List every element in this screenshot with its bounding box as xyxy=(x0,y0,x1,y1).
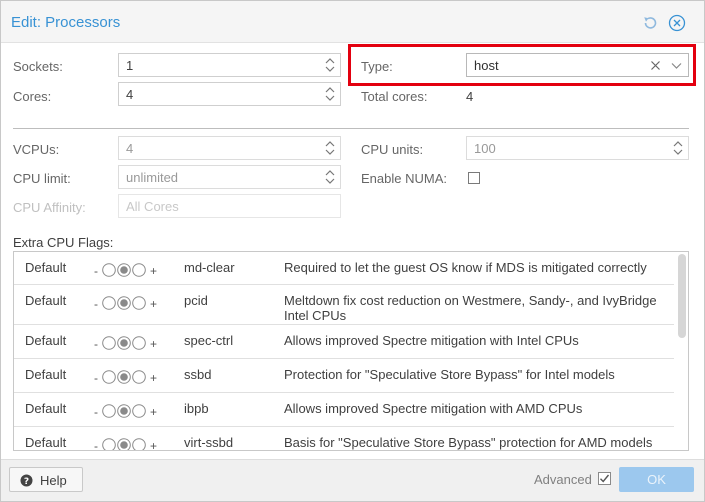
toggle-plus-icon: + xyxy=(150,337,157,351)
chevron-down-icon[interactable] xyxy=(671,62,682,70)
cpu-affinity-field[interactable]: All Cores xyxy=(118,194,341,218)
advanced-label: Advanced xyxy=(534,472,592,487)
flag-name: ibpb xyxy=(184,401,209,416)
flag-row-ssbd: Default - + ssbd Protection for "Speculative… xyxy=(14,359,674,393)
toggle-minus-icon: - xyxy=(94,264,98,278)
reset-icon[interactable] xyxy=(641,14,659,32)
tristate-toggle[interactable]: - + xyxy=(94,334,164,352)
flag-state: Default xyxy=(25,435,67,450)
type-label: Type: xyxy=(361,59,393,74)
cores-value: 4 xyxy=(126,87,134,102)
flag-row-pcid: Default - + pcid Meltdown fix cost reduction… xyxy=(14,285,674,325)
flag-description: Allows improved Spectre mitigation with … xyxy=(284,401,583,416)
flag-description: Protection for "Speculative Store Bypass… xyxy=(284,367,615,382)
total-cores-value: 4 xyxy=(466,89,474,104)
flag-state: Default xyxy=(25,333,67,348)
toggle-minus-icon: - xyxy=(94,405,98,419)
svg-text:?: ? xyxy=(24,477,29,487)
cpu-units-field[interactable]: 100 xyxy=(466,136,689,160)
tristate-toggle[interactable]: - + xyxy=(94,402,164,420)
ok-button[interactable]: OK xyxy=(619,467,694,492)
tristate-toggle[interactable]: - + xyxy=(94,436,164,451)
question-circle-icon: ? xyxy=(20,474,33,487)
clear-icon[interactable] xyxy=(650,60,661,71)
help-button-label: Help xyxy=(40,473,67,488)
toggle-plus-icon: + xyxy=(150,297,157,311)
toggle-plus-icon: + xyxy=(150,405,157,419)
dialog-title: Edit: Processors xyxy=(11,14,121,31)
flag-description: Meltdown fix cost reduction on Westmere,… xyxy=(284,293,657,323)
toggle-minus-icon: - xyxy=(94,371,98,385)
dialog-titlebar: Edit: Processors xyxy=(1,1,704,43)
flag-row-ibpb: Default - + ibpb Allows improved Spectre mit… xyxy=(14,393,674,427)
tristate-toggle[interactable]: - + xyxy=(94,294,164,312)
spinner-icon[interactable] xyxy=(325,86,335,102)
cpu-units-value: 100 xyxy=(474,141,496,156)
grid-scrollbar[interactable] xyxy=(678,254,686,338)
toggle-plus-icon: + xyxy=(150,264,157,278)
toggle-minus-icon: - xyxy=(94,297,98,311)
spinner-icon[interactable] xyxy=(325,140,335,156)
flag-description: Basis for "Speculative Store Bypass" pro… xyxy=(284,435,653,450)
toggle-plus-icon: + xyxy=(150,371,157,385)
cpu-units-label: CPU units: xyxy=(361,142,424,157)
flag-row-spec-ctrl: Default - + spec-ctrl Allows improved Spectr… xyxy=(14,325,674,359)
close-circle-icon[interactable] xyxy=(668,14,686,32)
ok-button-label: OK xyxy=(647,472,666,487)
cores-field[interactable]: 4 xyxy=(118,82,341,106)
toggle-minus-icon: - xyxy=(94,439,98,451)
advanced-checkbox[interactable] xyxy=(598,472,611,485)
toggle-minus-icon: - xyxy=(94,337,98,351)
enable-numa-checkbox[interactable] xyxy=(468,172,480,184)
sockets-field[interactable]: 1 xyxy=(118,53,341,77)
cpu-flags-grid: Default - + md-clear Required to let the gue… xyxy=(13,251,689,451)
toggle-plus-icon: + xyxy=(150,439,157,451)
cpu-limit-value: unlimited xyxy=(126,170,179,185)
flag-row-virt-ssbd: Default - + virt-ssbd Basis for "Speculative… xyxy=(14,427,674,451)
type-value: host xyxy=(474,58,499,73)
total-cores-label: Total cores: xyxy=(361,89,428,104)
vcpus-label: VCPUs: xyxy=(13,142,60,157)
flag-row-md-clear: Default - + md-clear Required to let the gue… xyxy=(14,252,674,285)
spinner-icon[interactable] xyxy=(325,57,335,73)
extra-flags-label: Extra CPU Flags: xyxy=(13,235,114,250)
cpu-affinity-placeholder: All Cores xyxy=(126,199,179,214)
spinner-icon[interactable] xyxy=(673,140,683,156)
help-button[interactable]: ? Help xyxy=(9,467,83,492)
spinner-icon[interactable] xyxy=(325,169,335,185)
tristate-toggle[interactable]: - + xyxy=(94,368,164,386)
cpu-affinity-label: CPU Affinity: xyxy=(13,200,86,215)
flag-name: spec-ctrl xyxy=(184,333,234,348)
section-divider xyxy=(13,128,689,129)
flag-state: Default xyxy=(25,401,67,416)
flag-name: virt-ssbd xyxy=(184,435,234,450)
cpu-limit-label: CPU limit: xyxy=(13,171,71,186)
flag-description: Required to let the guest OS know if MDS… xyxy=(284,260,647,275)
enable-numa-label: Enable NUMA: xyxy=(361,171,447,186)
tristate-toggle[interactable]: - + xyxy=(94,261,164,279)
vcpus-field[interactable]: 4 xyxy=(118,136,341,160)
flag-state: Default xyxy=(25,293,67,308)
cpu-limit-field[interactable]: unlimited xyxy=(118,165,341,189)
flag-name: md-clear xyxy=(184,260,235,275)
sockets-label: Sockets: xyxy=(13,59,63,74)
flag-state: Default xyxy=(25,367,67,382)
flag-name: ssbd xyxy=(184,367,212,382)
flag-name: pcid xyxy=(184,293,208,308)
edit-processors-dialog: Edit: Processors Sockets: 1 Cores: 4 Typ… xyxy=(0,0,705,502)
dialog-footer: ? Help Advanced OK xyxy=(1,459,704,501)
type-combobox[interactable]: host xyxy=(466,53,689,77)
sockets-value: 1 xyxy=(126,58,134,73)
check-icon xyxy=(600,474,610,483)
flag-description: Allows improved Spectre mitigation with … xyxy=(284,333,579,348)
vcpus-value: 4 xyxy=(126,141,134,156)
cores-label: Cores: xyxy=(13,89,52,104)
flag-state: Default xyxy=(25,260,67,275)
